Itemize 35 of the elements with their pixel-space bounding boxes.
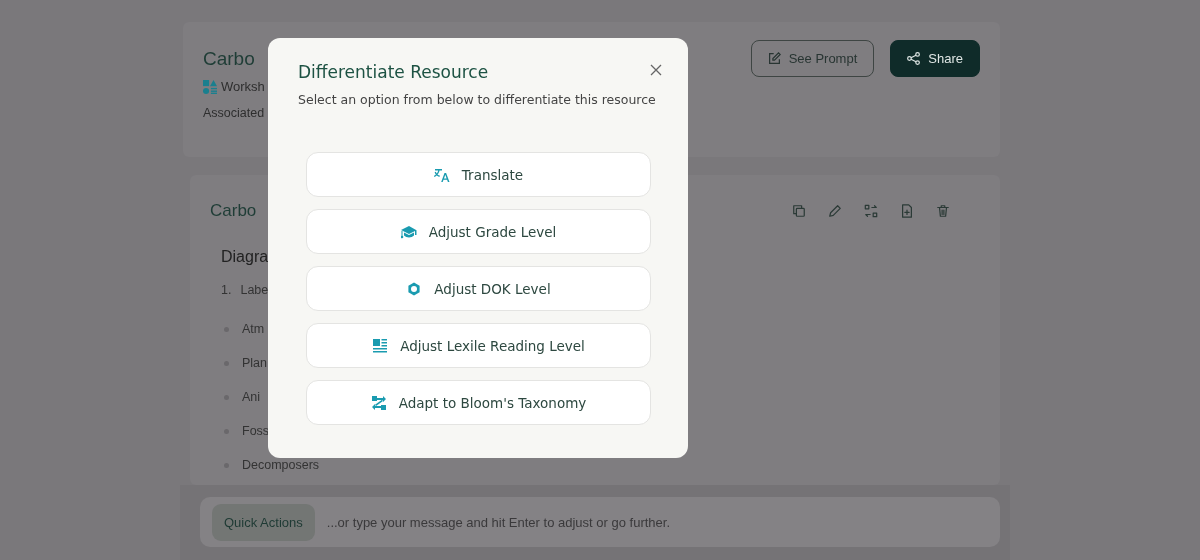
resource-type: Worksh: [221, 79, 265, 94]
close-icon[interactable]: [650, 64, 662, 76]
message-placeholder: ...or type your message and hit Enter to adjust or go further.: [326, 514, 670, 530]
option-button[interactable]: Translate: [306, 152, 651, 197]
resource-title: Carbo: [203, 48, 255, 69]
option-button[interactable]: Adjust DOK Level: [306, 266, 651, 311]
graduation-cap-icon: [400, 223, 417, 240]
section-title: Carbo: [210, 201, 257, 221]
trash-icon[interactable]: [936, 204, 950, 218]
shapes-icon: [203, 79, 217, 94]
share-icon: [907, 52, 921, 65]
pencil-icon[interactable]: [828, 204, 842, 218]
translate-icon: [433, 166, 450, 183]
option-button[interactable]: Adjust Grade Level: [306, 209, 651, 254]
bullet-text: Atm: [242, 322, 265, 336]
bullet-text: Plan: [242, 356, 268, 370]
option-button[interactable]: Adapt to Bloom's Taxonomy: [306, 380, 651, 425]
edit-icon: [767, 52, 781, 65]
list-text: Labe: [240, 283, 269, 297]
associated-label: Associated: [203, 106, 265, 120]
share-button[interactable]: Share: [890, 40, 980, 77]
bullet-text: Foss: [242, 424, 270, 438]
file-plus-icon[interactable]: [900, 204, 914, 218]
swap-icon[interactable]: [864, 204, 878, 218]
section-heading: Diagra: [221, 248, 270, 266]
list-number: 1.: [221, 283, 232, 297]
option-button[interactable]: Adjust Lexile Reading Level: [306, 323, 651, 368]
dialog-subtitle: Select an option from below to differentiate this resource: [298, 92, 657, 107]
copy-icon[interactable]: [792, 204, 806, 218]
ring-icon: [406, 280, 423, 297]
text-block-icon: [372, 337, 389, 354]
dialog-title: Differentiate Resource: [298, 62, 489, 82]
bullet-text: Decomposers: [242, 458, 320, 472]
bullet-text: Ani: [242, 390, 261, 404]
shuffle-icon: [370, 394, 387, 411]
